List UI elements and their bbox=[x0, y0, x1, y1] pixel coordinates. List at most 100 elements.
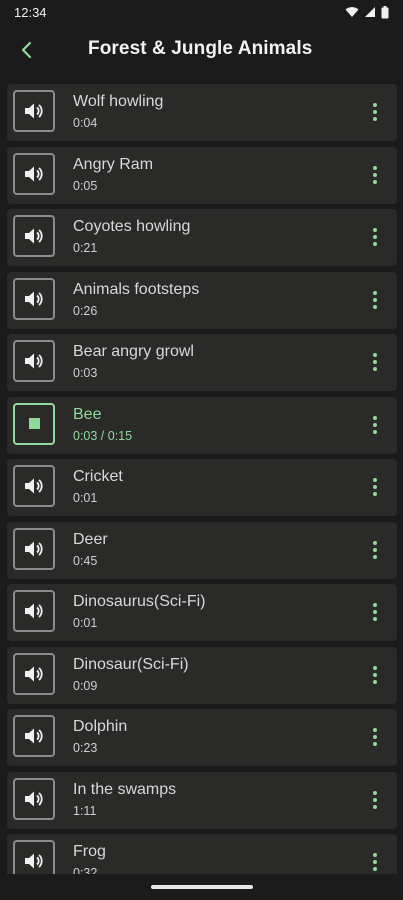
sound-duration: 1:11 bbox=[73, 803, 97, 818]
signal-icon bbox=[365, 7, 375, 17]
more-vert-icon bbox=[373, 103, 377, 121]
sound-list-item[interactable]: Deer 0:45 bbox=[7, 521, 397, 579]
status-bar: 12:34 bbox=[0, 0, 403, 24]
more-vert-icon bbox=[373, 478, 377, 496]
sound-name: Cricket bbox=[73, 468, 123, 485]
speaker-icon bbox=[25, 728, 43, 744]
more-vert-icon bbox=[373, 415, 377, 434]
play-button[interactable] bbox=[13, 465, 55, 507]
more-vert-icon bbox=[373, 790, 377, 809]
sound-name: Angry Ram bbox=[73, 155, 154, 173]
more-options-button[interactable] bbox=[365, 787, 385, 813]
status-time: 12:34 bbox=[14, 4, 47, 20]
sound-duration: 0:21 bbox=[73, 241, 98, 255]
sound-list-item[interactable]: Frog 0:32 bbox=[7, 834, 397, 874]
play-button[interactable] bbox=[13, 340, 55, 382]
sound-duration: 0:26 bbox=[73, 303, 98, 318]
home-gesture-handle[interactable] bbox=[151, 885, 253, 889]
play-button[interactable] bbox=[13, 840, 55, 874]
play-button[interactable] bbox=[13, 590, 55, 632]
more-options-button[interactable] bbox=[365, 412, 385, 438]
more-vert-icon bbox=[373, 540, 377, 559]
speaker-icon bbox=[25, 541, 43, 556]
play-button[interactable] bbox=[13, 152, 55, 195]
speaker-icon bbox=[25, 353, 43, 369]
more-vert-icon bbox=[373, 353, 377, 371]
more-options-button[interactable] bbox=[365, 349, 385, 375]
sound-list-item[interactable]: Bear angry growl 0:03 bbox=[7, 334, 397, 391]
sound-name: Dinosaur(Sci-Fi) bbox=[73, 655, 189, 673]
play-button[interactable] bbox=[13, 652, 55, 695]
sound-list-item[interactable]: Dinosaur(Sci-Fi) 0:09 bbox=[7, 646, 397, 704]
more-vert-icon bbox=[373, 728, 377, 746]
more-options-button[interactable] bbox=[365, 224, 385, 250]
sound-duration: 0:32 bbox=[73, 866, 98, 874]
sound-list-item[interactable]: Cricket 0:01 bbox=[7, 459, 397, 516]
more-options-button[interactable] bbox=[365, 162, 385, 188]
play-button[interactable] bbox=[13, 777, 55, 820]
more-vert-icon bbox=[373, 165, 377, 184]
status-icons bbox=[345, 5, 389, 19]
stop-icon bbox=[28, 418, 40, 429]
sound-list-item[interactable]: Angry Ram 0:05 bbox=[7, 146, 397, 204]
sound-list-item[interactable]: Dolphin 0:23 bbox=[7, 709, 397, 766]
more-options-button[interactable] bbox=[365, 474, 385, 500]
more-vert-icon bbox=[373, 853, 377, 871]
speaker-icon bbox=[25, 228, 43, 244]
page-title: Forest & Jungle Animals bbox=[88, 38, 313, 59]
battery-icon bbox=[381, 5, 389, 18]
more-options-button[interactable] bbox=[365, 662, 385, 688]
sound-duration: 0:03 / 0:15 bbox=[73, 428, 133, 443]
more-vert-icon bbox=[373, 603, 377, 621]
back-button[interactable] bbox=[14, 36, 42, 64]
sound-duration: 0:09 bbox=[73, 678, 98, 693]
sound-duration: 0:01 bbox=[73, 616, 98, 630]
speaker-icon bbox=[25, 478, 43, 494]
app-bar: Forest & Jungle Animals bbox=[0, 24, 403, 76]
sound-name: Bee bbox=[73, 405, 102, 423]
speaker-icon bbox=[25, 166, 43, 181]
sound-duration: 0:05 bbox=[73, 178, 98, 193]
play-button[interactable] bbox=[13, 277, 55, 320]
sound-list-item[interactable]: In the swamps 1:11 bbox=[7, 771, 397, 829]
sound-name: Bear angry growl bbox=[73, 343, 194, 360]
more-options-button[interactable] bbox=[365, 287, 385, 313]
sound-name: Dinosaurus(Sci-Fi) bbox=[73, 593, 206, 610]
speaker-icon bbox=[25, 291, 43, 306]
play-button[interactable] bbox=[13, 215, 55, 257]
stop-button[interactable] bbox=[13, 402, 55, 445]
sound-list-item[interactable]: Dinosaurus(Sci-Fi) 0:01 bbox=[7, 584, 397, 641]
sound-duration: 0:04 bbox=[73, 116, 98, 130]
more-options-button[interactable] bbox=[365, 724, 385, 750]
sound-duration: 0:03 bbox=[73, 366, 98, 380]
sound-duration: 0:23 bbox=[73, 741, 98, 755]
play-button[interactable] bbox=[13, 527, 55, 570]
wifi-icon bbox=[345, 7, 359, 17]
sound-list[interactable]: Wolf howling 0:04 Angry Ram 0:05 Coyotes how… bbox=[7, 84, 397, 874]
more-options-button[interactable] bbox=[365, 599, 385, 625]
sound-name: Deer bbox=[73, 530, 108, 548]
speaker-icon bbox=[25, 791, 43, 806]
navigation-bar bbox=[0, 874, 403, 900]
more-options-button[interactable] bbox=[365, 99, 385, 125]
more-options-button[interactable] bbox=[365, 537, 385, 563]
sound-list-item[interactable]: Wolf howling 0:04 bbox=[7, 84, 397, 141]
speaker-icon bbox=[25, 103, 43, 119]
sound-name: In the swamps bbox=[73, 780, 177, 798]
sound-name: Frog bbox=[73, 843, 106, 860]
sound-duration: 0:01 bbox=[73, 491, 98, 505]
speaker-icon bbox=[25, 603, 43, 619]
play-button[interactable] bbox=[13, 90, 55, 132]
more-vert-icon bbox=[373, 228, 377, 246]
sound-list-item[interactable]: Coyotes howling 0:21 bbox=[7, 209, 397, 266]
sound-name: Dolphin bbox=[73, 718, 128, 735]
sound-name: Coyotes howling bbox=[73, 218, 191, 235]
sound-name: Wolf howling bbox=[73, 93, 164, 110]
back-arrow-icon bbox=[21, 41, 32, 59]
speaker-icon bbox=[25, 853, 43, 869]
more-vert-icon bbox=[373, 290, 377, 309]
play-button[interactable] bbox=[13, 715, 55, 757]
sound-list-item[interactable]: Animals footsteps 0:26 bbox=[7, 271, 397, 329]
more-options-button[interactable] bbox=[365, 849, 385, 874]
sound-list-item[interactable]: Bee 0:03 / 0:15 bbox=[7, 396, 397, 454]
